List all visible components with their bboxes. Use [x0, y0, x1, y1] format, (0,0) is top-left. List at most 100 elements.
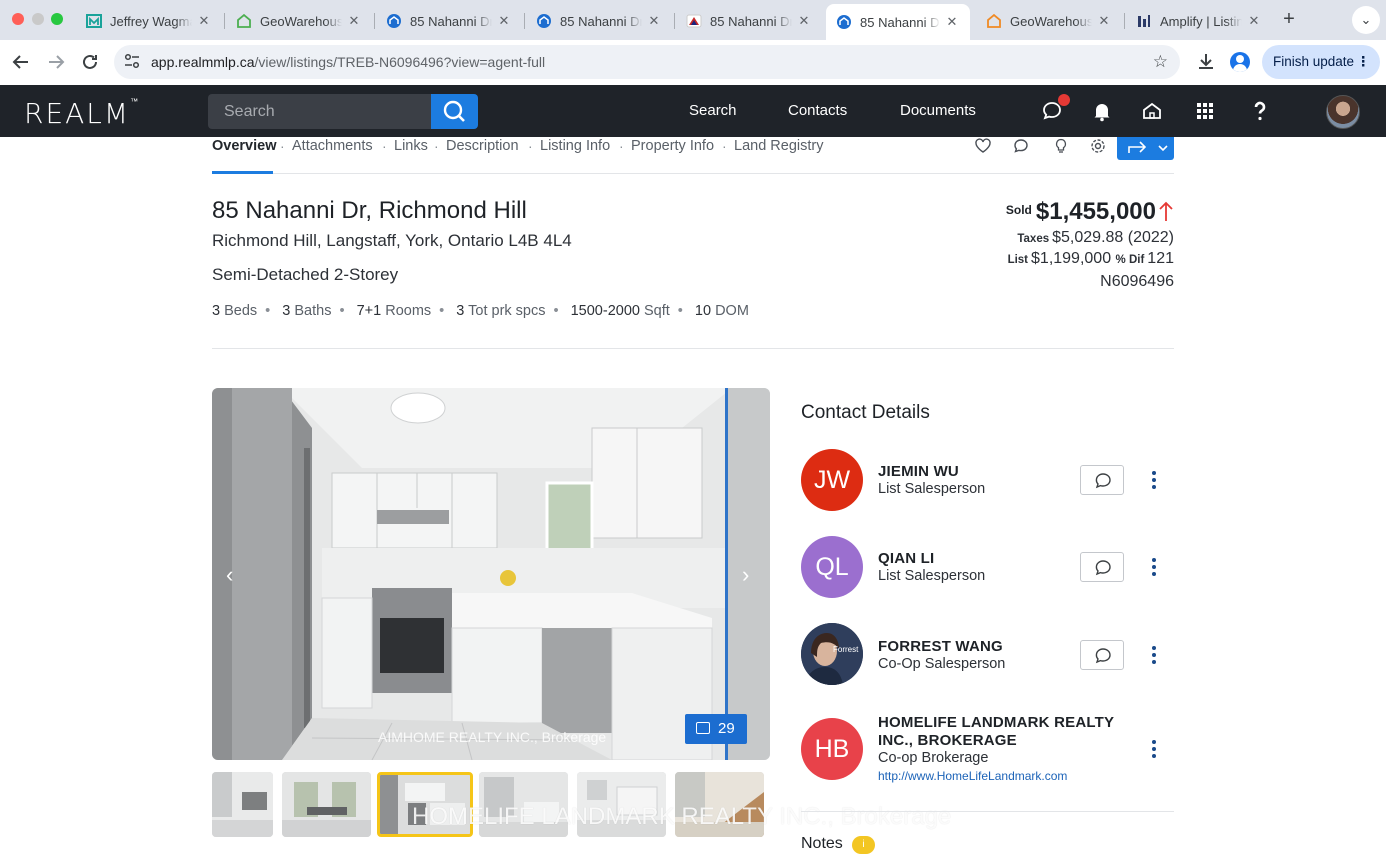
comment-icon: [1095, 648, 1111, 664]
price-block: Sold $1,455,000 Taxes $5,029.88 (2022) Lis…: [874, 198, 1174, 291]
close-icon[interactable]: ✕: [196, 13, 212, 29]
realm-icon: [836, 14, 852, 30]
more-vert-icon[interactable]: [1147, 645, 1161, 665]
avatar-photo: Forrest: [801, 623, 863, 685]
more-vert-icon[interactable]: [1147, 470, 1161, 490]
bell-icon[interactable]: [1090, 99, 1114, 123]
geowarehouse-icon: [986, 13, 1002, 29]
more-vert-icon[interactable]: [1147, 557, 1161, 577]
browser-tab-active[interactable]: 85 Nahanni Dr ✕: [826, 4, 970, 40]
contact-name[interactable]: JIEMIN WU: [878, 463, 959, 480]
site-settings-icon[interactable]: [122, 52, 142, 72]
tab-overview[interactable]: Overview: [212, 138, 277, 154]
contact-role: List Salesperson: [878, 481, 986, 497]
brokerage-name[interactable]: HOMELIFE LANDMARK REALTY: [878, 714, 1114, 731]
prev-photo-icon[interactable]: ‹: [226, 562, 233, 588]
nav-documents[interactable]: Documents: [900, 102, 976, 119]
browser-tab[interactable]: Jeffrey Wagman ✕: [76, 6, 222, 36]
browser-tab[interactable]: GeoWarehouse ✕: [976, 6, 1122, 36]
message-contact-button[interactable]: [1080, 640, 1124, 670]
notes-heading[interactable]: Notes: [801, 835, 843, 853]
bookmark-star-icon[interactable]: ☆: [1153, 52, 1168, 72]
nav-contacts[interactable]: Contacts: [788, 102, 847, 119]
finish-update-button[interactable]: Finish update ⋮: [1262, 45, 1380, 79]
tab-listing-info[interactable]: Listing Info: [540, 138, 610, 154]
home-icon[interactable]: [1140, 99, 1164, 123]
brokerage-website-link[interactable]: http://www.HomeLifeLandmark.com: [878, 769, 1067, 783]
nav-search[interactable]: Search: [689, 102, 737, 119]
close-icon[interactable]: ✕: [346, 13, 362, 29]
contact-role: Co-op Brokerage: [878, 750, 989, 766]
window-zoom-button[interactable]: [51, 13, 63, 25]
tab-search-button[interactable]: ⌄: [1352, 6, 1380, 34]
tab-description[interactable]: Description: [446, 138, 519, 154]
arrow-up-icon: [1159, 201, 1173, 221]
message-contact-button[interactable]: [1080, 465, 1124, 495]
browser-tab[interactable]: GeoWarehouse ✕: [226, 6, 372, 36]
new-tab-button[interactable]: +: [1278, 8, 1300, 30]
photo-thumbnail[interactable]: [282, 772, 371, 837]
flag-icon: [686, 13, 702, 29]
listing-sub-address: Richmond Hill, Langstaff, York, Ontario …: [212, 231, 572, 250]
apps-grid-icon[interactable]: [1193, 99, 1217, 123]
browser-tab[interactable]: 85 Nahanni Dr ✕: [376, 6, 522, 36]
contact-role: Co-Op Salesperson: [878, 656, 1006, 672]
comment-icon: [1095, 560, 1111, 576]
tab-links[interactable]: Links: [394, 138, 428, 154]
contact-name[interactable]: QIAN LI: [878, 550, 934, 567]
forward-button[interactable]: [44, 50, 68, 74]
next-photo-icon[interactable]: ›: [742, 562, 749, 588]
reload-button[interactable]: [78, 50, 102, 74]
window-close-button[interactable]: [12, 13, 24, 25]
more-vert-icon: ⋮: [1356, 54, 1371, 69]
message-contact-button[interactable]: [1080, 552, 1124, 582]
divider: [212, 348, 1174, 349]
profile-icon[interactable]: [1230, 52, 1250, 72]
close-icon[interactable]: ✕: [1246, 13, 1262, 29]
browser-toolbar: app.realmmlp.ca/view/listings/TREB-N6096…: [0, 40, 1386, 84]
header-search[interactable]: [208, 94, 432, 129]
tab-attachments[interactable]: Attachments: [292, 138, 373, 154]
brokerage-name-line2[interactable]: INC., BROKERAGE: [878, 732, 1017, 749]
listing-facts: 3 Beds • 3 Baths • 7+1 Rooms • 3 Tot prk sp…: [212, 303, 749, 319]
browser-tab[interactable]: 85 Nahanni Dr ✕: [526, 6, 672, 36]
close-icon[interactable]: ✕: [944, 14, 960, 30]
address-bar[interactable]: app.realmmlp.ca/view/listings/TREB-N6096…: [114, 45, 1180, 79]
m-logo-icon: [86, 13, 102, 29]
search-submit-button[interactable]: [431, 94, 478, 129]
close-icon[interactable]: ✕: [796, 13, 812, 29]
close-icon[interactable]: ✕: [1096, 13, 1112, 29]
realm-icon: [536, 13, 552, 29]
close-icon[interactable]: ✕: [646, 13, 662, 29]
realm-logo[interactable]: REALM™: [24, 97, 138, 130]
avatar: JW: [801, 449, 863, 511]
divider: [801, 811, 1174, 812]
user-avatar[interactable]: [1326, 95, 1360, 129]
comment-icon[interactable]: [1012, 137, 1030, 155]
help-icon[interactable]: [1248, 99, 1272, 123]
back-button[interactable]: [9, 50, 33, 74]
app-header: REALM™ Search Contacts Documents: [0, 85, 1386, 137]
contact-role: List Salesperson: [878, 568, 986, 584]
heart-icon[interactable]: [974, 137, 992, 155]
browser-tab[interactable]: 85 Nahanni Dr ✕: [676, 6, 822, 36]
window-minimize-button[interactable]: [32, 13, 44, 25]
more-vert-icon[interactable]: [1147, 739, 1161, 759]
taxes-row: Taxes $5,029.88 (2022): [1017, 229, 1174, 246]
share-button[interactable]: [1117, 137, 1174, 160]
contact-name[interactable]: FORREST WANG: [878, 638, 1003, 655]
browser-tab[interactable]: Amplify | Listin ✕: [1126, 6, 1272, 36]
tab-land-registry[interactable]: Land Registry: [734, 138, 823, 154]
gear-icon[interactable]: [1089, 137, 1107, 155]
search-icon: [443, 100, 465, 122]
header-search-input[interactable]: [208, 94, 432, 129]
close-icon[interactable]: ✕: [496, 13, 512, 29]
photo-thumbnail[interactable]: [212, 772, 273, 837]
photo-watermark: AIMHOME REALTY INC., Brokerage: [378, 729, 607, 745]
lightbulb-icon[interactable]: [1052, 137, 1070, 155]
download-icon[interactable]: [1195, 51, 1217, 73]
photo-count-button[interactable]: 29: [685, 714, 747, 744]
listing-photo[interactable]: [212, 388, 770, 760]
tab-property-info[interactable]: Property Info: [631, 138, 714, 154]
amplify-icon: [1136, 13, 1152, 29]
